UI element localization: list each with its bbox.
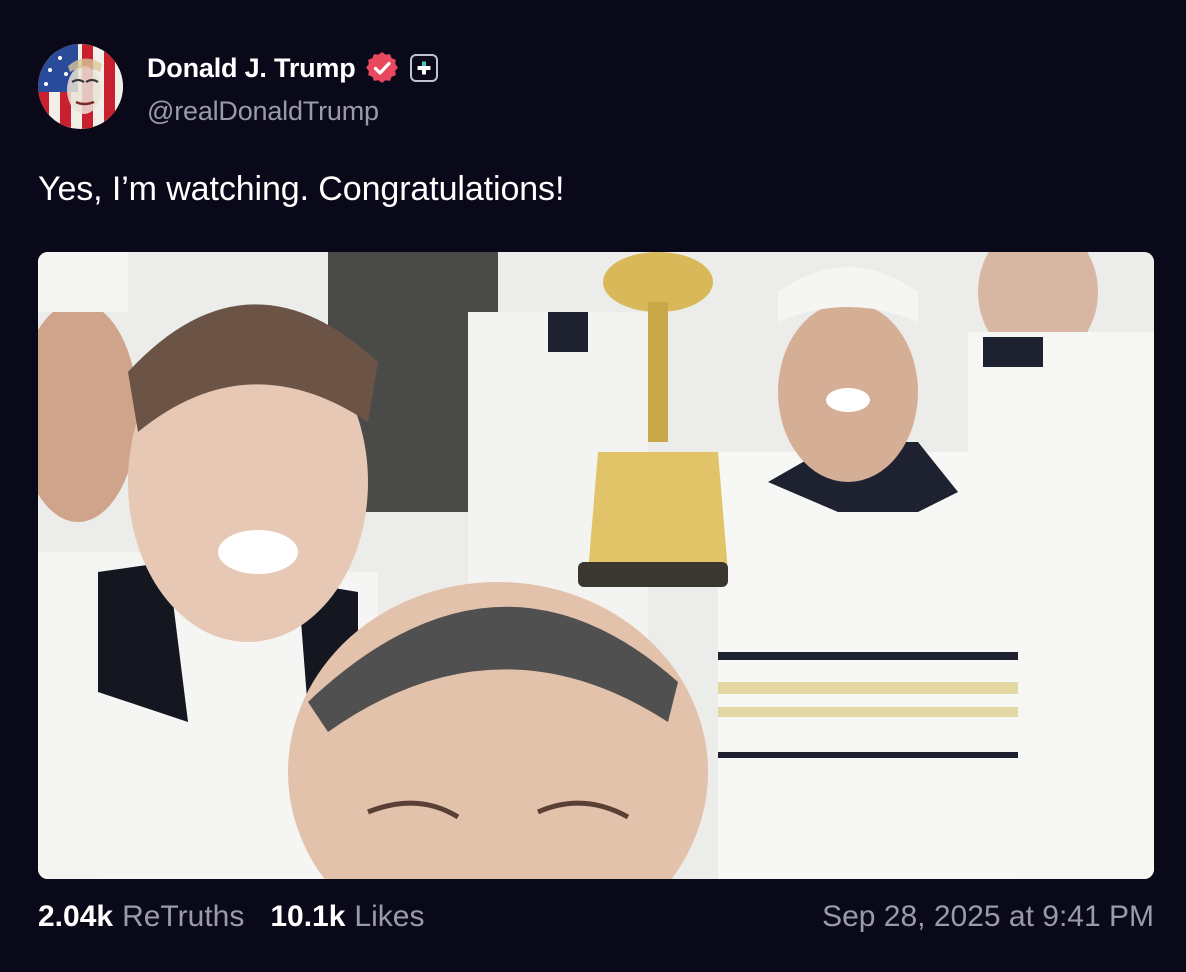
post-stats: 2.04k ReTruths 10.1k Likes <box>38 900 450 934</box>
verified-badge-icon <box>365 52 398 83</box>
author-name-row: Donald J. Trump <box>147 50 438 86</box>
author-handle[interactable]: @realDonaldTrump <box>147 96 379 127</box>
author-avatar[interactable] <box>38 44 123 129</box>
post-text: Yes, I’m watching. Congratulations! <box>38 170 565 208</box>
likes-stat[interactable]: 10.1k Likes <box>270 900 424 934</box>
photo-image <box>38 252 1154 879</box>
post-card: Donald J. Trump @realDonaldTrump Yes, I’… <box>0 0 1186 972</box>
likes-label: Likes <box>354 900 425 933</box>
post-media-photo[interactable] <box>38 252 1154 879</box>
flag-portrait-avatar-icon <box>38 44 123 129</box>
post-timestamp[interactable]: Sep 28, 2025 at 9:41 PM <box>822 900 1154 934</box>
retruths-label: ReTruths <box>122 900 245 933</box>
plus-badge-icon <box>417 61 431 75</box>
retruths-stat[interactable]: 2.04k ReTruths <box>38 900 244 934</box>
likes-count: 10.1k <box>270 900 346 933</box>
retruths-count: 2.04k <box>38 900 114 933</box>
plus-badge <box>409 54 438 82</box>
author-display-name[interactable]: Donald J. Trump <box>147 53 356 84</box>
